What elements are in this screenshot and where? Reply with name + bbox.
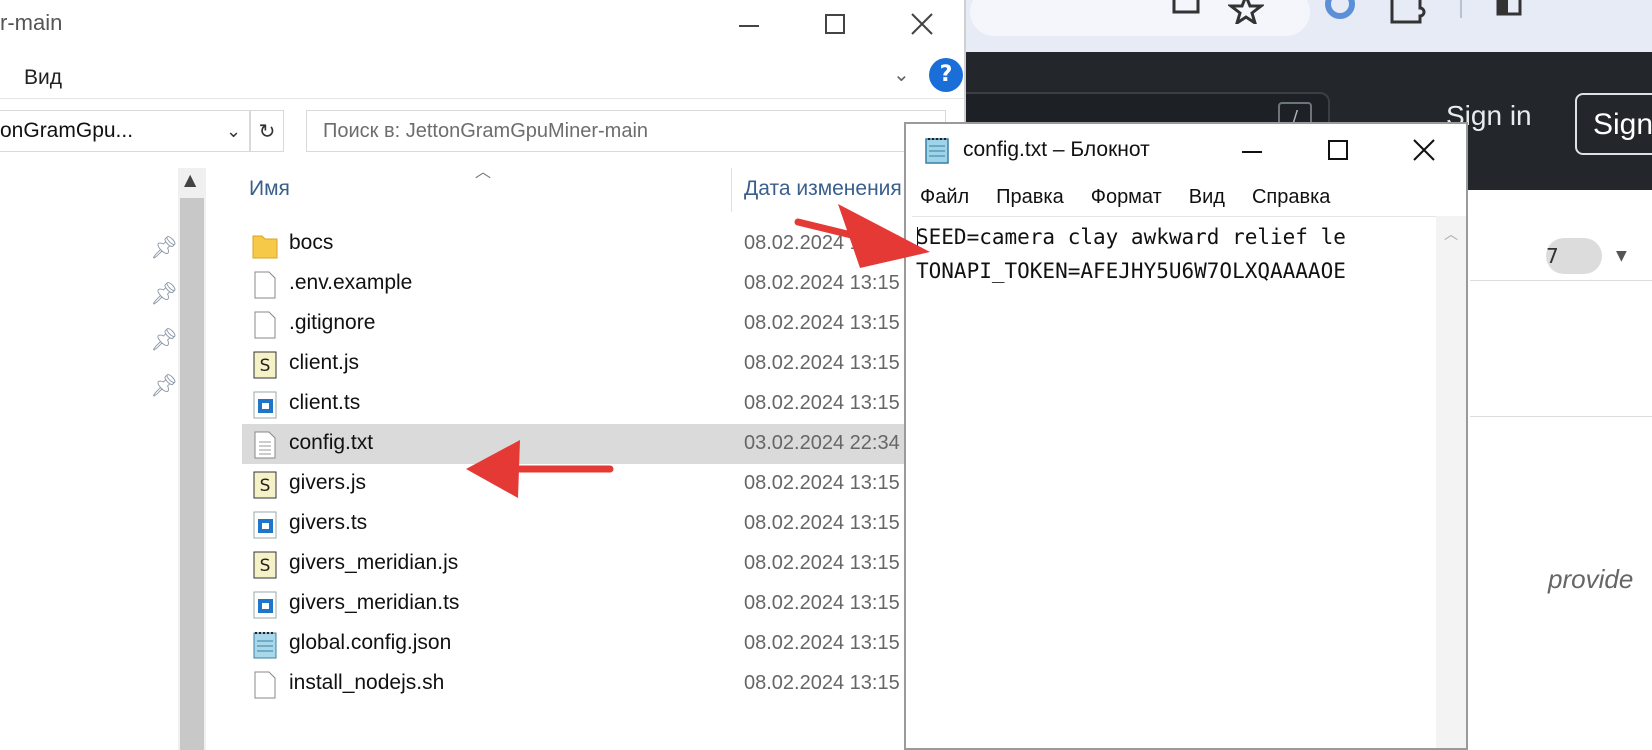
arrow-to-config-file [466, 440, 614, 498]
annotation-overlay [466, 204, 930, 498]
arrow-to-notepad-text [794, 204, 930, 268]
